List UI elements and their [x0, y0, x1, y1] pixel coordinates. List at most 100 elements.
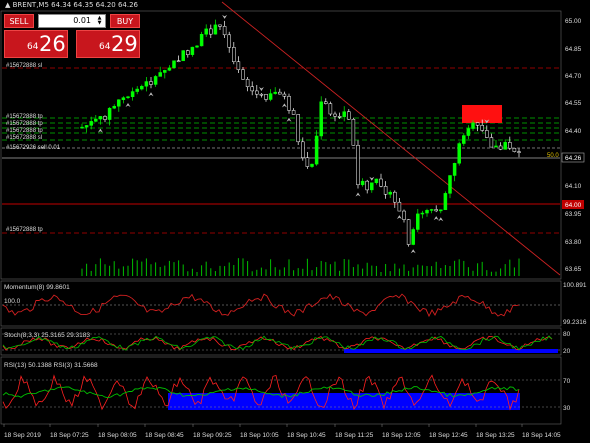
candle-body [222, 26, 227, 36]
candle-body [107, 107, 112, 120]
time-tick: 18 Sep 10:45 [287, 432, 326, 439]
candle-body [140, 85, 144, 90]
sell-price-big: 26 [39, 32, 66, 56]
momentum-axis-tick: 99.2316 [563, 319, 587, 326]
candle-body [494, 145, 498, 148]
sell-price-button[interactable]: 64 26 [4, 30, 68, 58]
candle-body [420, 212, 425, 215]
candle-body [397, 201, 402, 212]
arrow-icon [369, 176, 375, 181]
fifty-level-label: 50.0 [547, 153, 559, 159]
candle-body [186, 50, 190, 55]
trend-line[interactable] [221, 1, 561, 276]
rsi-axis-tick: 70 [563, 378, 571, 385]
candle-body [379, 178, 383, 187]
rsi-axis-tick: 30 [563, 405, 571, 412]
buy-button[interactable]: BUY [110, 14, 140, 28]
arrow-icon [125, 103, 131, 108]
lot-decrease-icon[interactable]: ▼ [95, 21, 104, 26]
stoch-axis-tick: 20 [563, 348, 571, 355]
time-tick: 18 Sep 12:05 [382, 432, 421, 439]
chart-title: ▲ BRENT,M5 64.34 64.35 64.20 64.26 [5, 1, 138, 9]
candle-body [333, 113, 337, 117]
price-tick: 64.10 [565, 183, 582, 190]
candle-body [475, 122, 480, 126]
candle-body [356, 145, 360, 186]
chart-canvas[interactable]: #15672888 sl #15672888 tp #15672888 tp #… [0, 0, 590, 443]
candle-body [319, 101, 323, 137]
candle-body [314, 135, 319, 165]
candle-body [103, 116, 107, 120]
candle-body [278, 91, 282, 95]
momentum-title: Momentum(8) 99.8601 [4, 284, 70, 291]
candle-body [232, 47, 236, 62]
time-axis: 18 Sep 2019 18 Sep 07:25 18 Sep 08:05 18 Se… [3, 424, 561, 439]
price-tick: 64.85 [565, 46, 582, 53]
current-price-tag: 64.26 [565, 155, 582, 162]
candle-body [402, 210, 406, 220]
time-tick: 18 Sep 10:05 [240, 432, 279, 439]
candle-body [84, 125, 89, 128]
time-tick: 18 Sep 12:45 [429, 432, 468, 439]
order-label: #15672888 tp [6, 121, 43, 127]
order-label: #15672926 sell 0.01 [6, 145, 61, 151]
candle-body [310, 163, 314, 167]
candle-body [388, 191, 392, 195]
candle-body [94, 118, 98, 122]
lot-size-input[interactable]: 0.01 ▲ ▼ [38, 14, 106, 28]
buy-price-button[interactable]: 64 29 [76, 30, 140, 58]
candle-body [365, 180, 369, 191]
candle-body [305, 157, 310, 167]
sell-button[interactable]: SELL [4, 14, 34, 28]
stoch-oversold-fill [344, 349, 558, 353]
arrow-icon [258, 87, 264, 92]
candle-body [126, 96, 130, 98]
red-price-tag: 64.00 [565, 202, 582, 209]
candle-body [471, 122, 475, 129]
candle-body [347, 111, 351, 120]
candle-body [452, 163, 457, 176]
order-label: #15672888 tp [6, 128, 43, 134]
stoch-title: Stoch(8,3,3) 25.3165 29.3183 [4, 332, 90, 339]
candle-body [264, 94, 268, 100]
order-label: #15672888 tp [6, 227, 43, 233]
candle-body [158, 72, 162, 77]
candle-body [117, 99, 121, 107]
lot-size-value: 0.01 [73, 16, 91, 25]
buy-price-prefix: 64 [99, 42, 111, 52]
candle-body [245, 79, 250, 87]
candle-body [250, 86, 254, 92]
candle-body [429, 209, 434, 211]
time-tick: 18 Sep 08:45 [145, 432, 184, 439]
candle-body [439, 209, 443, 212]
candle-body [153, 76, 158, 85]
order-label: #15672888 sl [6, 135, 42, 141]
candle-body [328, 103, 333, 115]
candle-body [209, 28, 213, 35]
momentum-frame [0, 280, 562, 327]
candle-body [135, 88, 139, 92]
sell-price-prefix: 64 [27, 42, 39, 52]
candle-body [425, 210, 429, 214]
momentum-line [2, 293, 520, 318]
order-labels: #15672888 sl #15672888 tp #15672888 tp #… [6, 63, 61, 233]
trade-arrows [97, 14, 490, 254]
candle-body [167, 67, 172, 71]
candle-body [466, 128, 471, 136]
candle-body [324, 101, 328, 104]
candle-body [163, 70, 167, 73]
candle-body [485, 130, 489, 138]
candle-body [411, 229, 415, 245]
order-label: #15672888 tp [6, 114, 43, 120]
candle-body [498, 145, 503, 150]
candle-body [406, 219, 411, 245]
candle-body [259, 93, 264, 96]
candle-body [98, 116, 103, 120]
candle-body [130, 91, 135, 97]
candle-body [301, 141, 305, 158]
candle-body [236, 61, 241, 70]
price-tick: 63.80 [565, 239, 582, 246]
volume-bars [81, 258, 520, 276]
candle-body [121, 97, 126, 100]
candle-body [195, 45, 199, 48]
